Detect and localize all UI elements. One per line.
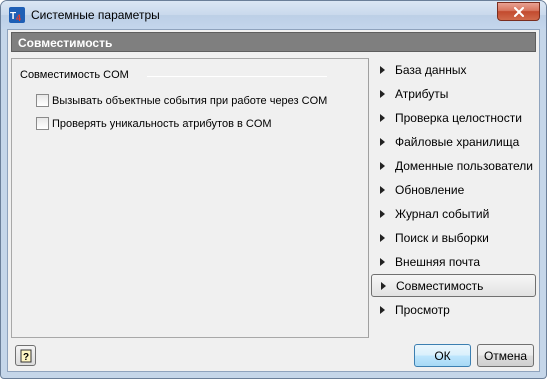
arrow-right-icon xyxy=(380,113,385,122)
ok-button[interactable]: ОК xyxy=(414,344,471,367)
title-bar[interactable]: T 4 Системные параметры xyxy=(1,1,546,29)
nav-item-integrity-check[interactable]: Проверка целостности xyxy=(371,106,536,129)
nav-item-view[interactable]: Просмотр xyxy=(371,298,536,321)
arrow-right-icon xyxy=(380,65,385,74)
nav-item-label: Атрибуты xyxy=(395,86,449,101)
nav-item-label: Доменные пользователи xyxy=(395,158,533,173)
arrow-right-icon xyxy=(380,137,385,146)
group-divider xyxy=(147,76,327,77)
settings-panel: Совместимость COM Вызывать объектные соб… xyxy=(11,58,369,338)
option-fire-object-events[interactable]: Вызывать объектные события при работе че… xyxy=(36,94,327,107)
nav-item-compatibility[interactable]: Совместимость xyxy=(371,274,536,297)
nav-item-label: Поиск и выборки xyxy=(395,230,489,245)
checkbox-fire-object-events[interactable] xyxy=(36,94,49,107)
option-label: Проверять уникальность атрибутов в COM xyxy=(52,117,272,130)
help-icon: ? xyxy=(20,349,31,363)
arrow-right-icon xyxy=(380,185,385,194)
arrow-right-icon xyxy=(380,257,385,266)
nav-item-label: Проверка целостности xyxy=(395,110,522,125)
nav-item-domain-users[interactable]: Доменные пользователи xyxy=(371,154,536,177)
svg-text:?: ? xyxy=(23,352,29,363)
close-icon xyxy=(513,6,524,17)
nav-item-external-mail[interactable]: Внешняя почта xyxy=(371,250,536,273)
button-bar: ? ОК Отмена xyxy=(8,341,539,371)
dialog-window: T 4 Системные параметры Совместимость Со… xyxy=(0,0,547,379)
nav-item-database[interactable]: База данных xyxy=(371,58,536,81)
option-check-attribute-uniqueness[interactable]: Проверять уникальность атрибутов в COM xyxy=(36,117,272,130)
arrow-right-icon xyxy=(380,209,385,218)
arrow-right-icon xyxy=(380,305,385,314)
svg-text:4: 4 xyxy=(16,13,21,23)
nav-item-search-and-queries[interactable]: Поиск и выборки xyxy=(371,226,536,249)
dialog-client-area: Совместимость Совместимость COM Вызывать… xyxy=(7,29,540,372)
arrow-right-icon xyxy=(380,89,385,98)
section-title: Совместимость xyxy=(18,36,113,50)
nav-item-label: Внешняя почта xyxy=(395,254,481,269)
option-label: Вызывать объектные события при работе че… xyxy=(52,94,328,107)
nav-item-label: Совместимость xyxy=(396,278,484,293)
nav-item-label: Файловые хранилища xyxy=(395,134,520,149)
nav-item-update[interactable]: Обновление xyxy=(371,178,536,201)
nav-item-label: Просмотр xyxy=(395,302,450,317)
app-logo-icon: T 4 xyxy=(9,7,25,23)
arrow-right-icon xyxy=(381,281,386,290)
nav-item-label: База данных xyxy=(395,62,467,77)
cancel-button[interactable]: Отмена xyxy=(477,344,534,367)
nav-item-attributes[interactable]: Атрибуты xyxy=(371,82,536,105)
arrow-right-icon xyxy=(380,233,385,242)
category-nav: База данных Атрибуты Проверка целостност… xyxy=(371,58,537,338)
group-title: Совместимость COM xyxy=(20,69,129,81)
arrow-right-icon xyxy=(380,161,385,170)
nav-item-event-log[interactable]: Журнал событий xyxy=(371,202,536,225)
close-button[interactable] xyxy=(497,2,540,21)
section-header: Совместимость xyxy=(11,32,536,52)
nav-item-label: Журнал событий xyxy=(395,206,490,221)
nav-item-file-storage[interactable]: Файловые хранилища xyxy=(371,130,536,153)
checkbox-check-attribute-uniqueness[interactable] xyxy=(36,117,49,130)
nav-item-label: Обновление xyxy=(395,182,465,197)
help-button[interactable]: ? xyxy=(15,345,36,366)
window-title: Системные параметры xyxy=(31,8,160,22)
